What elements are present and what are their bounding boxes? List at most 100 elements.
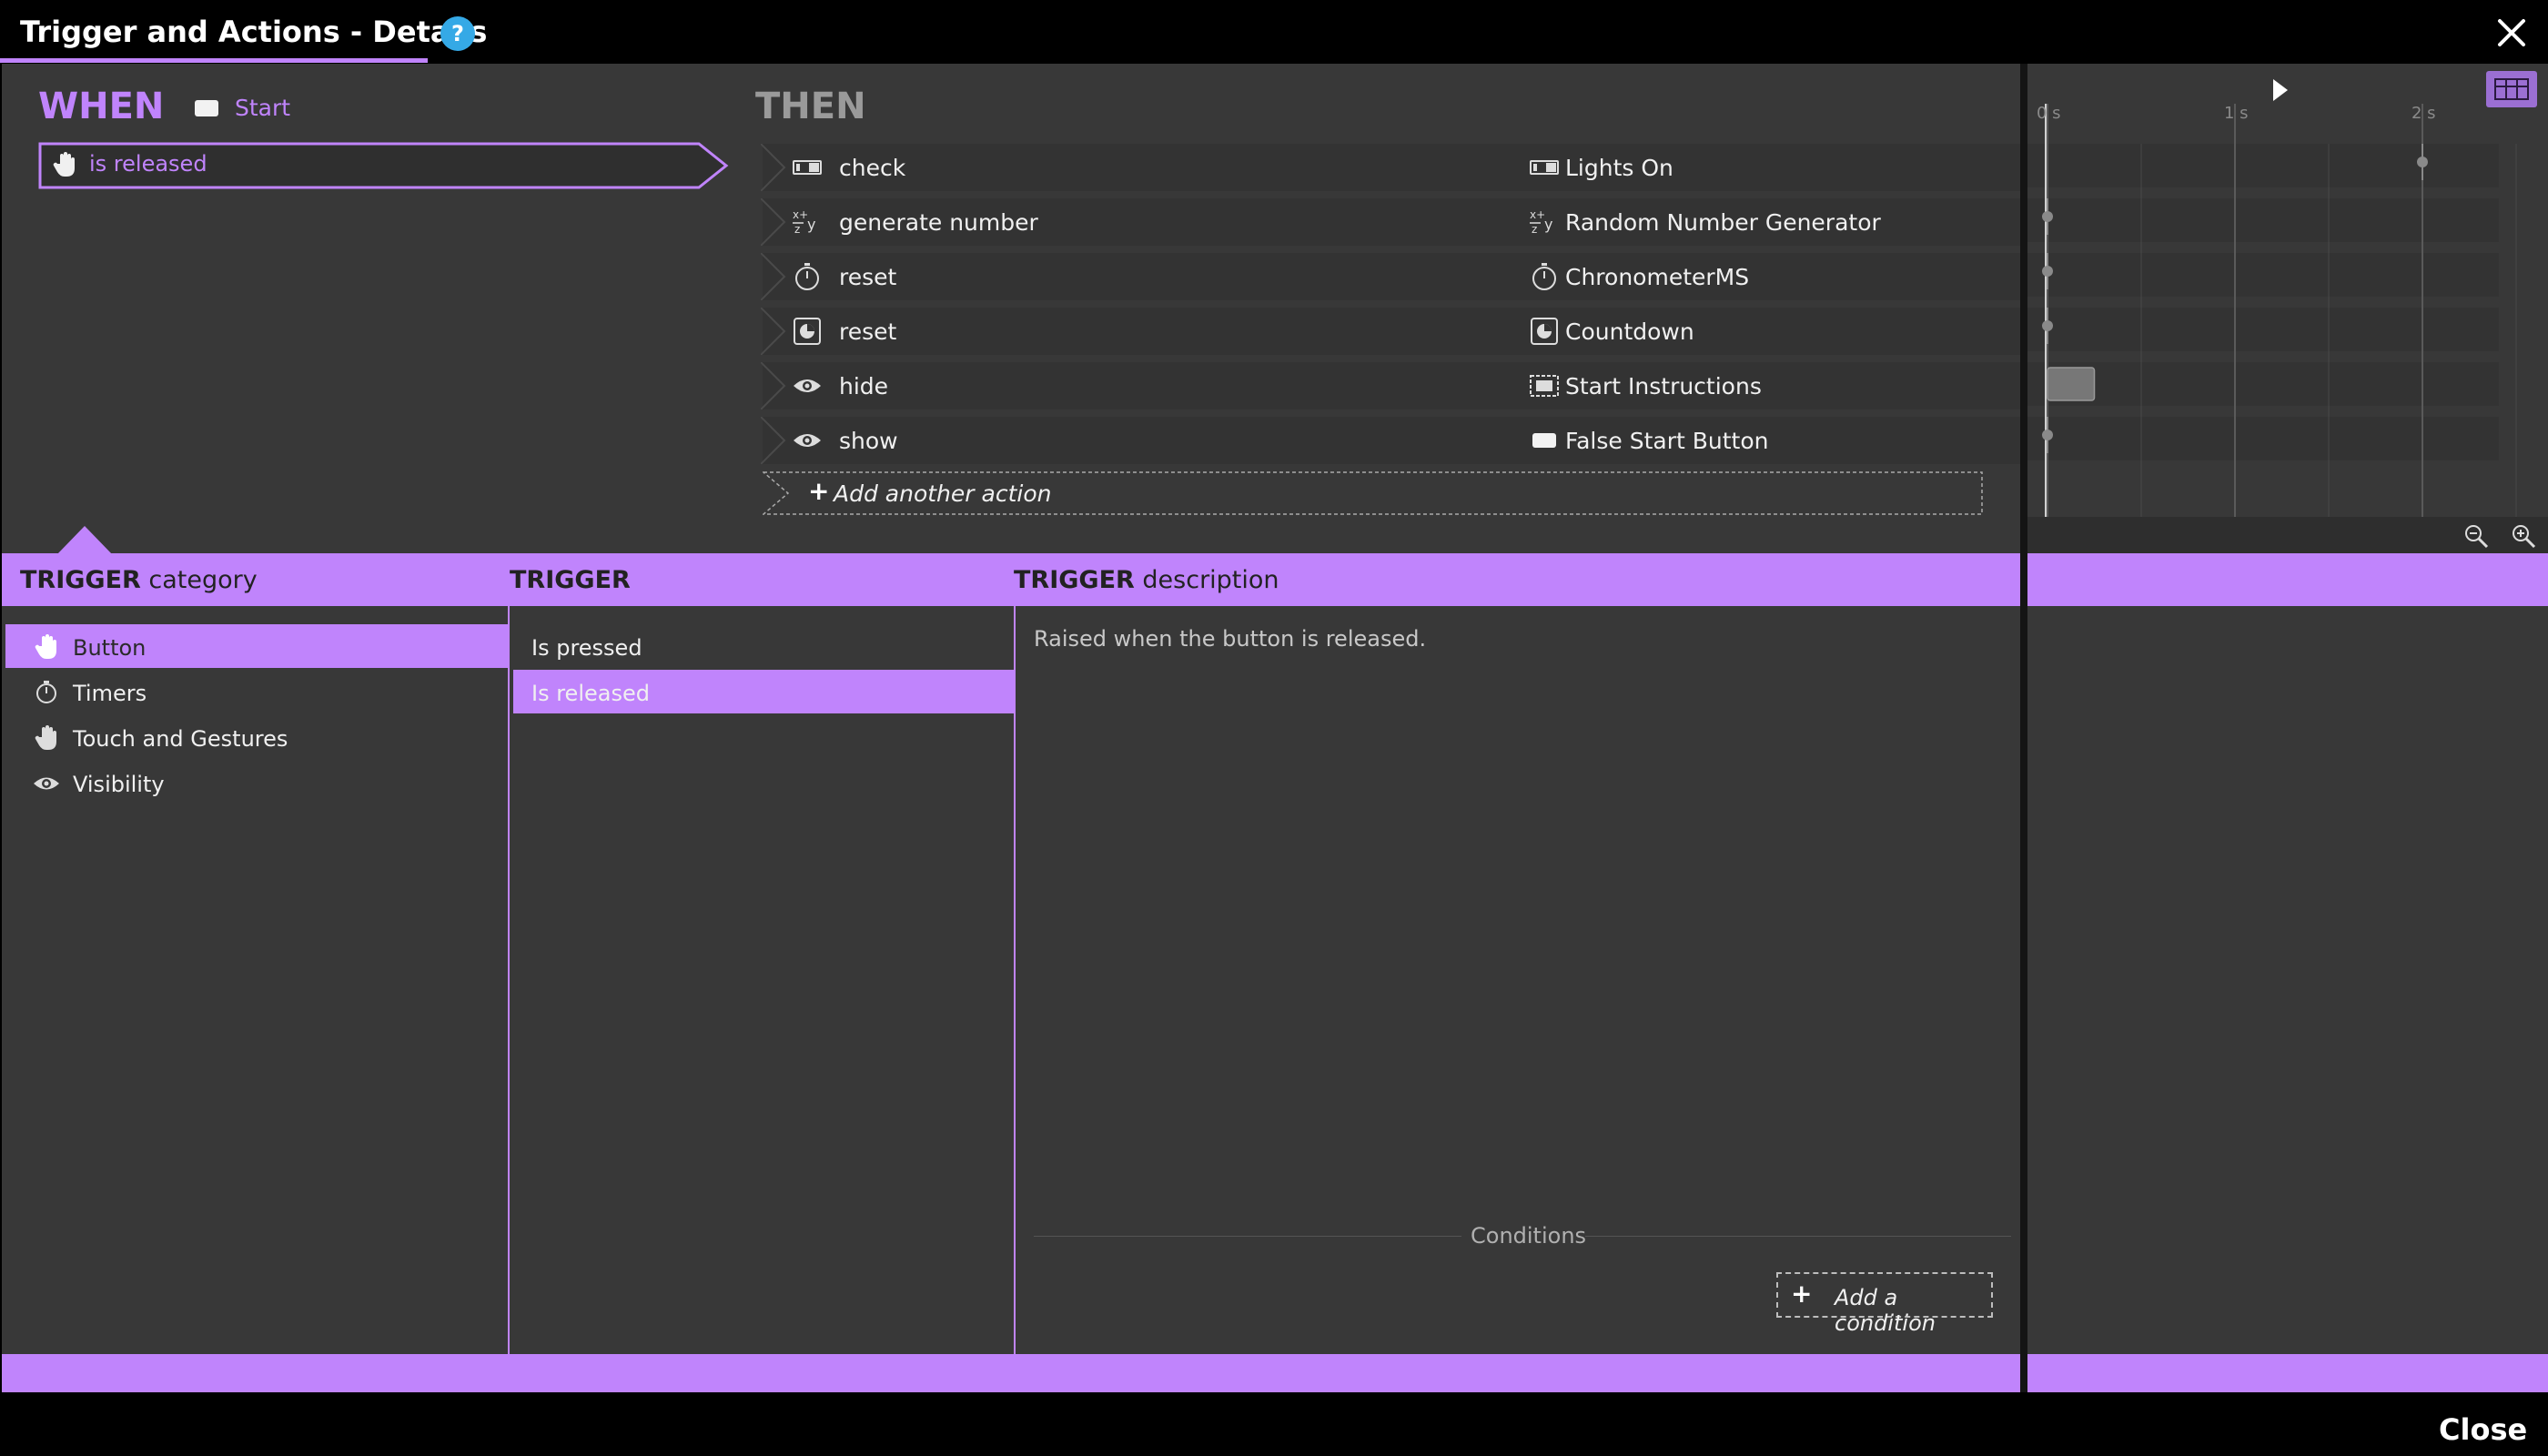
hand-icon — [33, 724, 60, 752]
footer-bar — [2, 1354, 2020, 1392]
eye-icon — [792, 371, 823, 400]
action-verb: reset — [839, 318, 897, 345]
timeline-row — [2027, 417, 2499, 460]
stopwatch-icon — [1529, 262, 1560, 291]
close-button[interactable]: Close — [2439, 1412, 2527, 1447]
countdown-icon — [792, 317, 823, 346]
action-row[interactable]: x+ z y generate number x+ z y Random Number … — [761, 198, 2020, 246]
action-row[interactable]: reset ChronometerMS — [761, 253, 2020, 300]
timeline-row — [2027, 253, 2499, 297]
action-row[interactable]: hide Start Instructions — [761, 362, 2020, 410]
when-trigger-label: is released — [89, 151, 207, 177]
timeline-row — [2027, 198, 2499, 242]
trigger-item-is-released[interactable]: Is released — [513, 670, 1014, 713]
timeline-tick: 2 s — [2412, 104, 2436, 123]
action-verb: check — [839, 155, 906, 181]
timeline-detail-panel — [2027, 606, 2548, 1354]
timeline: 0 s 1 s 2 s — [2027, 64, 2548, 553]
row-arrow — [761, 198, 786, 246]
action-target: Lights On — [1565, 155, 1673, 181]
when-trigger-chip[interactable]: is released — [38, 142, 730, 189]
action-verb: show — [839, 428, 898, 454]
timeline-grid — [2027, 104, 2517, 517]
footer-bar-right — [2027, 1354, 2548, 1392]
action-row[interactable]: reset Countdown — [761, 308, 2020, 355]
add-condition-button[interactable]: + Add a condition — [1776, 1272, 1993, 1336]
add-condition-label: Add a condition — [1835, 1285, 1936, 1336]
timeline-marker — [2042, 211, 2053, 222]
action-row[interactable]: check Lights On — [761, 144, 2020, 191]
title-bar: Trigger and Actions - Details ? — [0, 0, 2548, 64]
action-target: Start Instructions — [1565, 373, 1762, 399]
category-item-button[interactable]: Button — [5, 624, 508, 668]
trigger-panel: Button Timers Touch and Gestures Visibil… — [2, 606, 2020, 1354]
category-item-timers[interactable]: Timers — [5, 670, 508, 713]
timeline-tick: 0 s — [2037, 104, 2061, 123]
timeline-row — [2027, 308, 2499, 351]
zoom-out-icon[interactable] — [2462, 522, 2490, 550]
countdown-icon — [1529, 317, 1560, 346]
category-label: Visibility — [73, 772, 165, 797]
category-label: Touch and Gestures — [73, 726, 288, 752]
stopwatch-icon — [792, 262, 823, 291]
trigger-item-is-pressed[interactable]: Is pressed — [513, 624, 1014, 668]
trigger-header: TRIGGER — [510, 566, 631, 594]
category-item-visibility[interactable]: Visibility — [5, 761, 508, 804]
table-view-button[interactable] — [2486, 71, 2537, 107]
timeline-row — [2027, 362, 2499, 406]
timeline-divider[interactable] — [2020, 64, 2027, 1392]
row-arrow — [761, 308, 786, 355]
button-icon — [195, 99, 218, 116]
svg-text:z: z — [1532, 223, 1537, 236]
add-action-label: Add another action — [834, 480, 1052, 507]
svg-text:y: y — [807, 216, 815, 233]
when-label: WHEN — [38, 86, 165, 127]
plus-icon: + — [1791, 1279, 1813, 1309]
button-icon — [1529, 426, 1560, 455]
category-header: TRIGGER category — [20, 566, 258, 594]
row-arrow — [761, 144, 786, 191]
window-title: Trigger and Actions - Details — [20, 15, 488, 49]
svg-text:x+: x+ — [793, 208, 808, 221]
zoom-in-icon[interactable] — [2510, 522, 2537, 550]
formula-icon: x+ z y — [1529, 207, 1560, 237]
when-source[interactable]: Start — [195, 95, 290, 121]
svg-text:z: z — [794, 223, 800, 236]
description-header: TRIGGER description — [1014, 566, 1279, 594]
timeline-marker — [2042, 266, 2053, 277]
action-verb: generate number — [839, 209, 1038, 236]
row-arrow — [761, 253, 786, 300]
help-button[interactable]: ? — [440, 16, 475, 51]
svg-text:y: y — [1544, 216, 1552, 233]
stopwatch-icon — [33, 679, 60, 706]
close-icon[interactable] — [2495, 16, 2528, 49]
category-label: Button — [73, 635, 147, 661]
trigger-label: Is pressed — [531, 635, 642, 661]
row-arrow — [761, 362, 786, 410]
conditions-label: Conditions — [1471, 1223, 1587, 1249]
action-row[interactable]: show False Start Button — [761, 417, 2020, 464]
title-underline — [0, 58, 428, 63]
conditions-divider — [1585, 1236, 2011, 1237]
add-action-button[interactable]: + Add another action — [763, 471, 1984, 515]
timeline-duration-bar — [2047, 367, 2096, 401]
trigger-header-bar: TRIGGER category TRIGGER TRIGGER descrip… — [2, 553, 2020, 606]
conditions-divider — [1034, 1236, 1461, 1237]
timeline-header-bar — [2027, 553, 2548, 606]
category-item-touch-gestures[interactable]: Touch and Gestures — [5, 715, 508, 759]
plus-icon: + — [808, 476, 830, 506]
timeline-marker — [2042, 320, 2053, 331]
column-separator — [508, 606, 510, 1354]
frame-icon — [1529, 371, 1560, 400]
category-label: Timers — [73, 681, 147, 706]
timeline-marker — [2042, 430, 2053, 440]
action-target: ChronometerMS — [1565, 264, 1750, 290]
timeline-marker — [2417, 157, 2428, 167]
column-separator — [1014, 606, 1016, 1354]
eye-icon — [33, 770, 60, 797]
action-target: Random Number Generator — [1565, 209, 1881, 236]
play-icon[interactable] — [2266, 76, 2293, 104]
action-verb: reset — [839, 264, 897, 290]
trigger-label: Is released — [531, 681, 650, 706]
table-icon — [2494, 78, 2529, 100]
